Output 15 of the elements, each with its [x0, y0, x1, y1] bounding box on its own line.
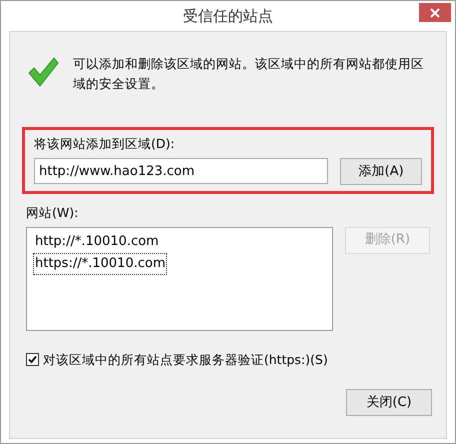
add-button[interactable]: 添加(A) [340, 158, 422, 185]
field-label: 网站(W): [26, 204, 80, 222]
list-item[interactable]: https://*.10010.com [33, 252, 168, 274]
field-label: 将该网站添加到区域(D): [34, 135, 176, 153]
check-icon [28, 355, 37, 364]
close-icon [430, 8, 440, 18]
close-dialog-button[interactable]: 关闭(C) [346, 389, 432, 416]
info-message: 可以添加和删除该区域的网站。该区域中的所有网站都使用区域的安全设置。 [73, 55, 425, 93]
checkbox-label: 对该区域中的所有站点要求服务器验证(https:)(S) [43, 350, 328, 369]
window-title: 受信任的站点 [183, 6, 273, 27]
list-item[interactable]: http://*.10010.com [33, 230, 161, 252]
url-input[interactable]: http://www.hao123.com [34, 158, 328, 184]
checkbox[interactable] [26, 353, 39, 366]
checkmark-icon [27, 56, 59, 88]
close-button[interactable] [419, 3, 451, 22]
